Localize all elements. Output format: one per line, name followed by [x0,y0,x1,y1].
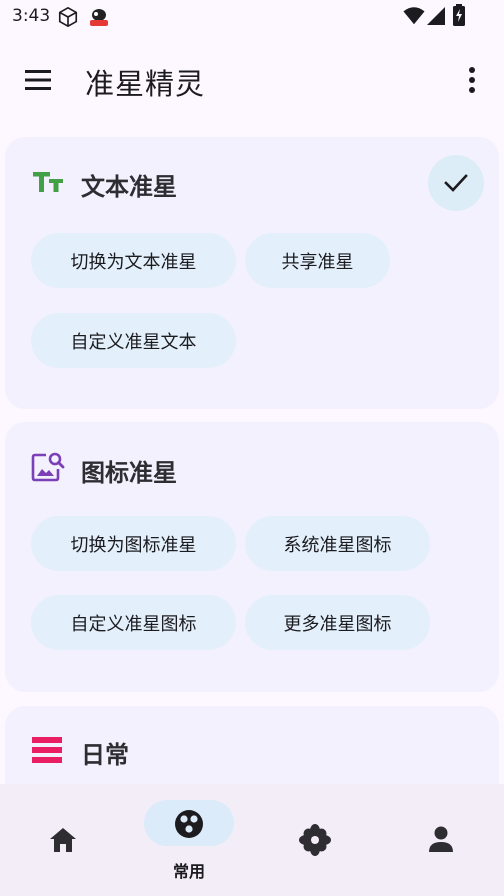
more-vert-icon[interactable] [454,62,490,98]
flower-icon [299,824,331,856]
status-time: 3:43 [12,6,51,26]
switch-to-text-chip[interactable]: 切换为文本准星 [31,233,236,288]
bottom-navigation: 常用 [0,784,504,896]
list-icon [32,737,62,763]
status-bar: 3:43 [0,0,504,34]
card-title: 图标准星 [81,459,177,487]
check-icon [444,174,468,192]
cube-icon [58,7,78,27]
text-icon [33,172,63,192]
icon-crosshair-card: 图标准星 切换为图标准星 系统准星图标 自定义准星图标 更多准星图标 [5,422,499,692]
nav-common[interactable]: 常用 [126,784,252,896]
dots-circle-icon [175,810,203,838]
person-icon [429,826,453,852]
custom-icon-chip[interactable]: 自定义准星图标 [31,595,236,650]
app-notification-icon [90,9,108,26]
nav-home[interactable] [0,784,126,896]
nav-label: 常用 [172,862,205,881]
share-crosshair-chip[interactable]: 共享准星 [245,233,390,288]
home-icon [50,828,76,852]
nav-flower[interactable] [252,784,378,896]
system-icons-chip[interactable]: 系统准星图标 [245,516,430,571]
wifi-icon [403,7,425,25]
card-title: 文本准星 [81,173,177,201]
image-search-icon [31,452,65,482]
app-title: 准星精灵 [85,67,206,101]
text-crosshair-card: 文本准星 切换为文本准星 共享准星 自定义准星文本 [5,137,499,409]
nav-profile[interactable] [378,784,504,896]
switch-to-icon-chip[interactable]: 切换为图标准星 [31,516,236,571]
custom-text-chip[interactable]: 自定义准星文本 [31,313,236,368]
app-bar: 准星精灵 [0,44,504,116]
selected-check-button[interactable] [428,155,484,211]
menu-icon[interactable] [18,64,60,96]
more-icons-chip[interactable]: 更多准星图标 [245,595,430,650]
battery-charging-icon [453,4,465,26]
card-title: 日常 [81,741,129,769]
cellular-signal-icon [427,7,445,25]
